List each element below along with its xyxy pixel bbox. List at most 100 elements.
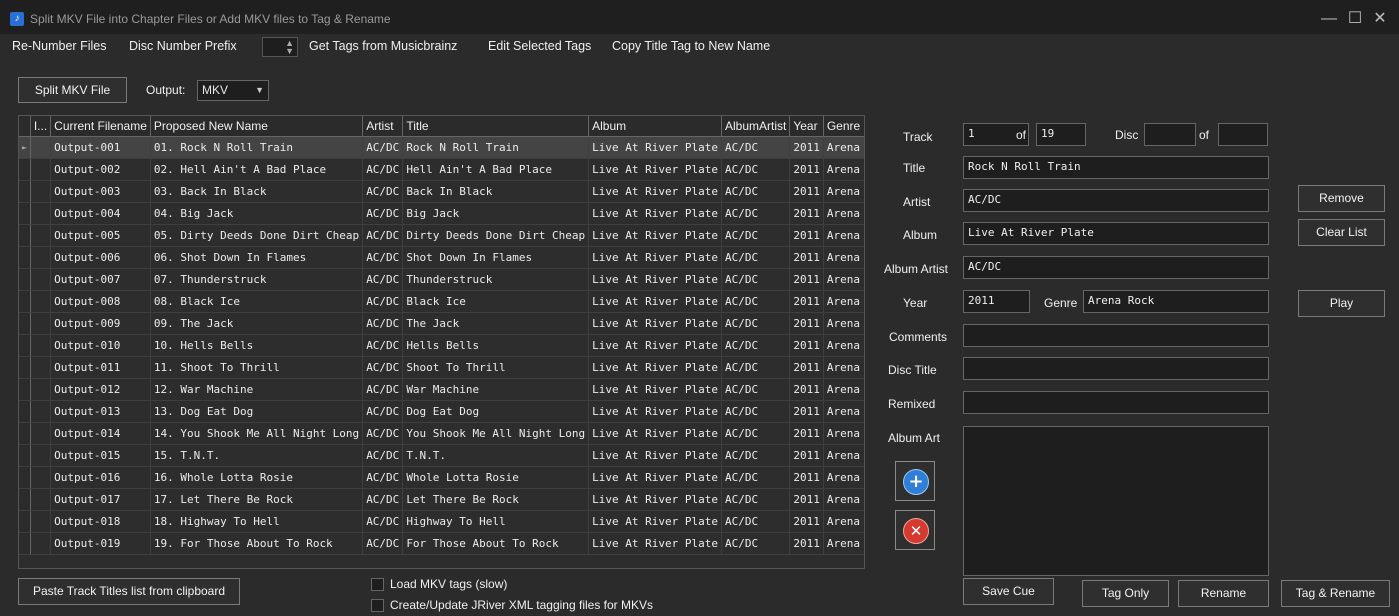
row-header[interactable]	[19, 378, 31, 401]
table-row[interactable]: Output-019 19. For Those About To Rock AC/…	[19, 532, 864, 555]
table-row[interactable]: Output-018 18. Highway To Hell AC/DC Highwa…	[19, 510, 864, 533]
table-row[interactable]: Output-003 03. Back In Black AC/DC Back In …	[19, 180, 864, 203]
row-header[interactable]	[19, 224, 31, 247]
column-header[interactable]: Current Filename	[50, 116, 151, 137]
disc-total-field[interactable]	[1218, 123, 1268, 146]
column-header[interactable]: Title	[402, 116, 590, 137]
row-header[interactable]	[19, 290, 31, 313]
grid-cell: Black Ice	[402, 290, 590, 313]
maximize-button[interactable]: ☐	[1344, 8, 1366, 30]
minimize-button[interactable]: —	[1318, 8, 1340, 30]
load-mkv-tags-checkbox[interactable]	[371, 578, 384, 591]
row-header[interactable]	[19, 202, 31, 225]
grid-cell: For Those About To Rock	[402, 532, 590, 555]
grid-cell: AC/DC	[721, 422, 791, 445]
remove-album-art-button[interactable]: ✕	[895, 510, 935, 550]
grid-cell: You Shook Me All Night Long	[402, 422, 590, 445]
grid-cell: AC/DC	[362, 444, 404, 467]
row-pointer-icon[interactable]: ►	[19, 136, 31, 159]
close-button[interactable]: ✕	[1369, 8, 1391, 30]
grid-cell: Output-008	[50, 290, 151, 313]
album-art-image[interactable]	[963, 426, 1269, 576]
paste-track-titles-button[interactable]: Paste Track Titles list from clipboard	[18, 578, 240, 605]
track-grid[interactable]: I... Current Filename Proposed New Name Art…	[18, 115, 865, 569]
table-row[interactable]: Output-007 07. Thunderstruck AC/DC Thunders…	[19, 268, 864, 291]
table-row[interactable]: Output-017 17. Let There Be Rock AC/DC Let …	[19, 488, 864, 511]
table-row[interactable]: Output-012 12. War Machine AC/DC War Machin…	[19, 378, 864, 401]
grid-cell: 16. Whole Lotta Rosie	[150, 466, 364, 489]
disc-label: Disc	[1115, 128, 1139, 142]
row-header[interactable]	[19, 158, 31, 181]
remixed-field[interactable]	[963, 391, 1269, 414]
table-row[interactable]: Output-004 04. Big Jack AC/DC Big Jack Live …	[19, 202, 864, 225]
table-row[interactable]: Output-005 05. Dirty Deeds Done Dirt Chea…	[19, 224, 864, 247]
play-button[interactable]: Play	[1298, 290, 1385, 317]
tag-only-button[interactable]: Tag Only	[1082, 580, 1169, 607]
artist-field[interactable]: AC/DC	[963, 189, 1269, 212]
table-row[interactable]: Output-010 10. Hells Bells AC/DC Hells Bell…	[19, 334, 864, 357]
row-header[interactable]	[19, 488, 31, 511]
column-header[interactable]: Artist	[362, 116, 404, 137]
row-header[interactable]	[19, 422, 31, 445]
clear-list-button[interactable]: Clear List	[1298, 219, 1385, 246]
row-header[interactable]	[19, 334, 31, 357]
column-header[interactable]: Album	[588, 116, 722, 137]
table-row[interactable]: ► Output-001 01. Rock N Roll Train AC/DC Roc…	[19, 136, 864, 159]
grid-cell: 13. Dog Eat Dog	[150, 400, 364, 423]
row-header[interactable]	[19, 312, 31, 335]
album-artist-field[interactable]: AC/DC	[963, 256, 1269, 279]
split-mkv-button[interactable]: Split MKV File	[18, 77, 127, 103]
row-header[interactable]	[19, 400, 31, 423]
column-header[interactable]: Year	[789, 116, 824, 137]
row-header[interactable]	[19, 268, 31, 291]
genre-field[interactable]: Arena Rock	[1083, 290, 1269, 313]
row-header[interactable]	[19, 466, 31, 489]
table-row[interactable]: Output-009 09. The Jack AC/DC The Jack Live …	[19, 312, 864, 335]
column-header[interactable]: AlbumArtist	[721, 116, 791, 137]
rename-button[interactable]: Rename	[1178, 580, 1269, 607]
remove-button[interactable]: Remove	[1298, 185, 1385, 212]
column-header[interactable]: Proposed New Name	[150, 116, 364, 137]
row-header[interactable]	[19, 180, 31, 203]
row-header[interactable]	[19, 356, 31, 379]
table-row[interactable]: Output-011 11. Shoot To Thrill AC/DC Shoot …	[19, 356, 864, 379]
table-row[interactable]: Output-008 08. Black Ice AC/DC Black Ice Liv…	[19, 290, 864, 313]
output-label: Output:	[146, 83, 186, 97]
comments-field[interactable]	[963, 324, 1269, 347]
year-field[interactable]: 2011	[963, 290, 1030, 313]
row-header[interactable]	[19, 444, 31, 467]
grid-cell: Output-018	[50, 510, 151, 533]
grid-cell: AC/DC	[721, 246, 791, 269]
table-row[interactable]: Output-016 16. Whole Lotta Rosie AC/DC Whol…	[19, 466, 864, 489]
album-field[interactable]: Live At River Plate	[963, 222, 1269, 245]
column-header[interactable]: Genre	[823, 116, 864, 137]
disc-prefix-spinner[interactable]: ▲ ▼	[262, 37, 298, 57]
menu-get-tags-musicbrainz[interactable]: Get Tags from Musicbrainz	[309, 39, 457, 53]
track-total-field[interactable]: 19	[1036, 123, 1086, 146]
add-album-art-button[interactable]: +	[895, 461, 935, 501]
row-header[interactable]	[19, 532, 31, 555]
grid-cell: Dirty Deeds Done Dirt Cheap	[402, 224, 590, 247]
table-row[interactable]: Output-006 06. Shot Down In Flames AC/DC Sh…	[19, 246, 864, 269]
menu-copy-title-tag[interactable]: Copy Title Tag to New Name	[612, 39, 770, 53]
row-header[interactable]	[19, 510, 31, 533]
menu-edit-selected-tags[interactable]: Edit Selected Tags	[488, 39, 591, 53]
table-row[interactable]: Output-014 14. You Shook Me All Night Lon…	[19, 422, 864, 445]
output-format-select[interactable]: MKV ▼	[197, 80, 269, 101]
jriver-xml-checkbox[interactable]	[371, 599, 384, 612]
table-row[interactable]: Output-013 13. Dog Eat Dog AC/DC Dog Eat Do…	[19, 400, 864, 423]
title-field[interactable]: Rock N Roll Train	[963, 156, 1269, 179]
spin-down-icon[interactable]: ▼	[285, 47, 294, 56]
grid-cell: AC/DC	[362, 334, 404, 357]
menu-renumber-files[interactable]: Re-Number Files	[12, 39, 106, 53]
row-header[interactable]	[19, 246, 31, 269]
disc-title-field[interactable]	[963, 357, 1269, 380]
save-cue-button[interactable]: Save Cue	[963, 578, 1054, 605]
column-header[interactable]: I...	[30, 116, 52, 137]
tag-and-rename-button[interactable]: Tag & Rename	[1281, 580, 1390, 607]
table-row[interactable]: Output-015 15. T.N.T. AC/DC T.N.T. Live At R…	[19, 444, 864, 467]
table-row[interactable]: Output-002 02. Hell Ain't A Bad Place AC/D…	[19, 158, 864, 181]
menu-disc-number-prefix[interactable]: Disc Number Prefix	[129, 39, 237, 53]
disc-number-field[interactable]	[1144, 123, 1196, 146]
grid-cell: 2011	[789, 180, 824, 203]
